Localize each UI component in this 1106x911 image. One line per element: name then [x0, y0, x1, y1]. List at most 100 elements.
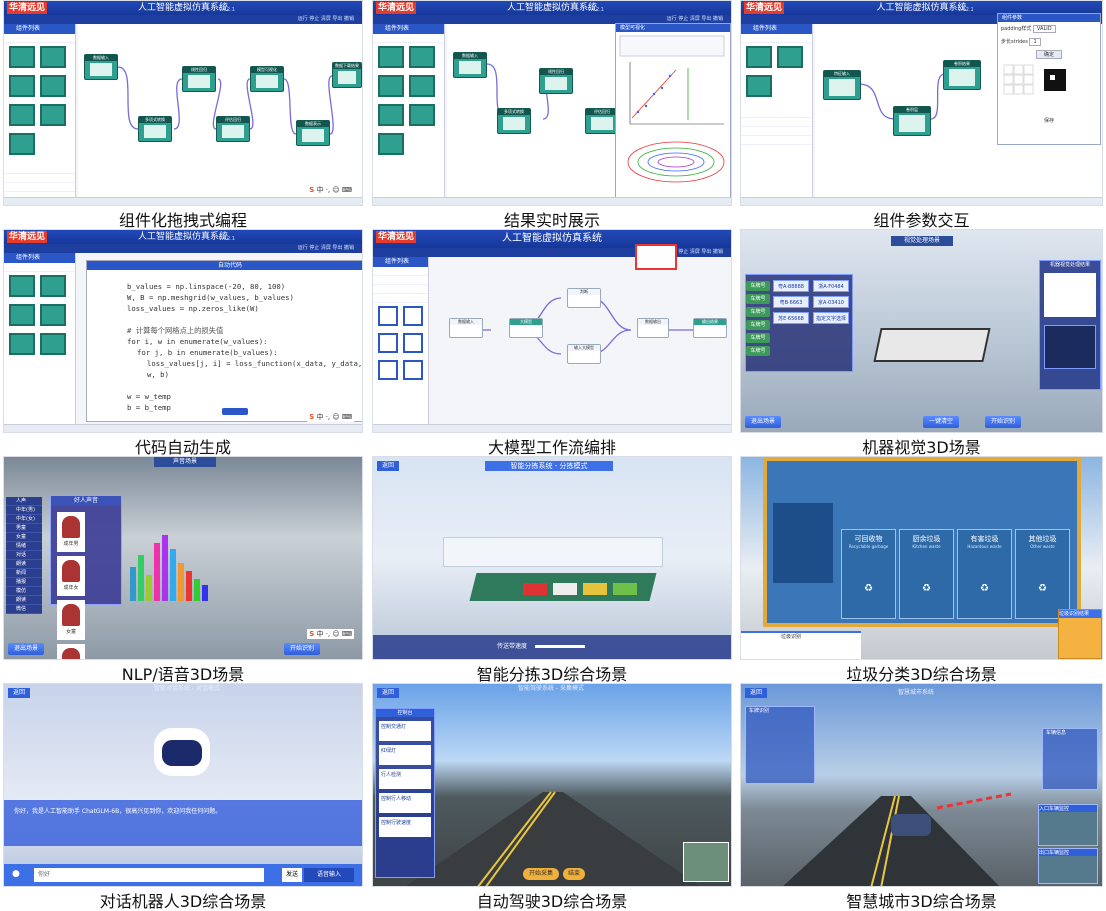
workflow-node[interactable]: 判断 [567, 288, 601, 308]
side-button[interactable]: 车牌号 [746, 294, 770, 304]
chat-input[interactable]: 你好 [34, 868, 264, 882]
component-tile[interactable] [40, 75, 66, 97]
component-tile[interactable] [378, 133, 404, 155]
panel-nav[interactable] [373, 34, 444, 43]
menu-item[interactable]: 中年(女) [6, 515, 42, 524]
component-tile[interactable] [378, 360, 398, 380]
clear-button[interactable]: 一键清空 [923, 416, 960, 428]
panel-section[interactable]: 控制交通灯 [379, 721, 431, 741]
voice-card[interactable]: 成年男 [57, 512, 85, 552]
voice-card[interactable]: 女童 [57, 600, 85, 640]
side-button[interactable]: 车牌号 [746, 333, 770, 343]
panel-nav[interactable] [741, 136, 812, 145]
component-tile[interactable] [40, 275, 66, 297]
flow-node[interactable]: 数据下载结果 [332, 62, 362, 88]
component-tile[interactable] [378, 46, 404, 68]
menu-item[interactable]: 男童 [6, 524, 42, 533]
garbage-bin[interactable]: 厨余垃圾 Kitchen waste ♻ [899, 529, 954, 619]
param-field[interactable]: padding样式 VALID [998, 22, 1100, 35]
garbage-bin[interactable]: 其他垃圾 Other waste ♻ [1015, 529, 1070, 619]
start-button[interactable]: 开始识别 [985, 416, 1022, 428]
menu-item[interactable]: 人声 [6, 497, 42, 506]
garbage-bin[interactable]: 可回收物 Recyclable garbage ♻ [841, 529, 896, 619]
panel-nav[interactable] [373, 276, 428, 285]
menu-item[interactable]: 女童 [6, 533, 42, 542]
field-value[interactable]: 1 [1029, 38, 1041, 46]
flow-node[interactable]: 数据输入 [453, 52, 487, 78]
panel-section[interactable]: 行人检测 [379, 769, 431, 789]
garbage-bin[interactable]: 有害垃圾 Hazardous waste ♻ [957, 529, 1012, 619]
toolbar[interactable]: 运行 停止 清屏 导出 撤销 [373, 248, 731, 257]
component-tile[interactable] [9, 333, 35, 355]
flow-node[interactable]: 多项式转换 [138, 116, 172, 142]
close-button[interactable] [222, 408, 248, 415]
component-tile[interactable] [403, 333, 423, 353]
flow-node[interactable]: 卷积结果 [943, 60, 981, 90]
flow-node[interactable]: 评估回归 [216, 116, 250, 142]
panel-nav[interactable] [373, 294, 428, 303]
side-button[interactable]: 车牌号 [746, 307, 770, 317]
flow-node[interactable]: 评估回归 [585, 108, 619, 134]
toolbar[interactable]: 运行 停止 清屏 导出 撤销 [4, 244, 362, 253]
component-tile[interactable] [403, 360, 423, 380]
side-button[interactable]: 车牌号 [746, 320, 770, 330]
panel-nav[interactable] [373, 285, 428, 294]
param-popup[interactable]: 组件参数 padding样式 VALID 步长strides 1 确定 保存 [997, 13, 1101, 145]
flow-node[interactable]: 数据表示 [296, 120, 330, 146]
component-tile[interactable] [409, 75, 435, 97]
panel-nav[interactable] [4, 165, 75, 174]
component-tile[interactable] [409, 46, 435, 68]
side-button[interactable]: 车牌号 [746, 346, 770, 356]
component-tile[interactable] [746, 46, 772, 68]
panel-section[interactable]: 红绿灯 [379, 745, 431, 765]
chart-popup[interactable]: 模型可视化 [615, 23, 731, 199]
panel-nav[interactable] [4, 263, 75, 272]
menu-highlight[interactable] [635, 244, 677, 270]
component-tile[interactable] [40, 104, 66, 126]
workflow-node[interactable]: 大模型 [509, 318, 543, 338]
menu-item[interactable]: 朗读 [6, 560, 42, 569]
component-tile[interactable] [40, 304, 66, 326]
back-button[interactable]: 返回 [8, 688, 30, 698]
menu-item[interactable]: 中年(男) [6, 506, 42, 515]
menu-item[interactable]: 微信 [6, 605, 42, 614]
exit-button[interactable]: 退出场景 [8, 643, 45, 655]
menu-item[interactable]: 新闻 [6, 569, 42, 578]
menu-item[interactable]: 情绪 [6, 542, 42, 551]
panel-nav[interactable] [373, 267, 428, 276]
flow-node[interactable]: 卷积层 [893, 106, 931, 136]
panel-section[interactable]: 控制行驶速度 [379, 817, 431, 837]
send-button[interactable]: 发送 [282, 868, 302, 882]
panel-nav[interactable] [741, 127, 812, 136]
component-tile[interactable] [40, 333, 66, 355]
component-tile[interactable] [378, 306, 398, 326]
menu-item[interactable]: 朗读 [6, 596, 42, 605]
start-collect-button[interactable]: 开始采集 [523, 868, 559, 880]
component-tile[interactable] [40, 46, 66, 68]
menu-item[interactable]: 对话 [6, 551, 42, 560]
exit-button[interactable]: 退出场景 [745, 416, 782, 428]
panel-section[interactable]: 控制行人移动 [379, 793, 431, 813]
flow-node[interactable]: 多项式转换 [497, 108, 531, 134]
component-tile[interactable] [378, 104, 404, 126]
speed-slider[interactable] [535, 645, 585, 648]
start-button[interactable]: 开始识别 [284, 643, 321, 655]
component-tile[interactable] [746, 75, 772, 97]
back-button[interactable]: 返回 [377, 461, 399, 471]
workflow-node[interactable]: 输出结果 [693, 318, 727, 338]
flow-node[interactable]: 数据输入 [84, 54, 118, 80]
workflow-node[interactable]: 数据输入 [449, 318, 483, 338]
end-button[interactable]: 结束 [563, 868, 585, 880]
panel-nav[interactable] [741, 34, 812, 43]
side-button[interactable]: 车牌号 [746, 281, 770, 291]
flow-node[interactable]: 模型可视化 [250, 66, 284, 92]
component-tile[interactable] [9, 75, 35, 97]
component-tile[interactable] [9, 304, 35, 326]
flow-node[interactable]: 线性回归 [539, 68, 573, 94]
workflow-node[interactable]: 输入大模型 [567, 344, 601, 364]
confirm-button[interactable]: 确定 [1036, 50, 1062, 59]
voice-button[interactable]: 语音输入 [304, 868, 354, 882]
voice-card[interactable]: 成年女 [57, 556, 85, 596]
param-field[interactable]: 步长strides 1 [998, 35, 1100, 48]
flow-node[interactable]: 线性回归 [182, 66, 216, 92]
